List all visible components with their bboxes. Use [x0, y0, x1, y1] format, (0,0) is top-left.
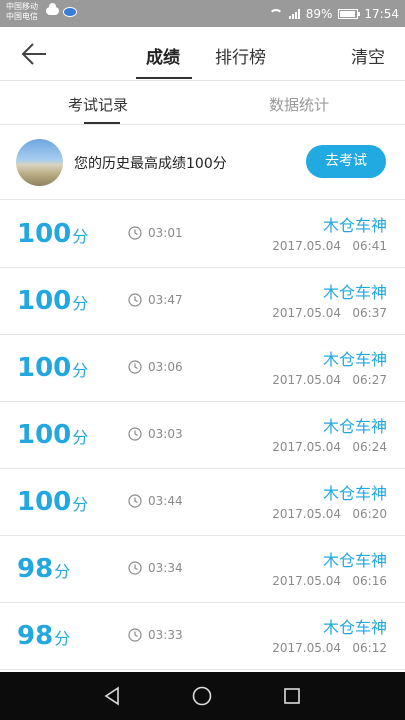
duration: 03:44 [128, 494, 183, 508]
nav-back-button[interactable] [100, 684, 124, 708]
carrier-info: 中国移动 中国电信 [6, 2, 38, 22]
tab-statistics[interactable]: 数据统计 [269, 94, 329, 115]
score-value: 100 [17, 420, 72, 450]
record-date: 2017.05.04 06:27 [272, 373, 387, 387]
duration-text: 03:34 [148, 561, 183, 575]
duration-text: 03:06 [148, 360, 183, 374]
app-header: 成绩 排行榜 清空 [0, 27, 405, 81]
clock-icon [128, 360, 142, 374]
score: 100分 [17, 420, 88, 450]
user-name: 木仓车神 [322, 551, 387, 570]
record-date: 2017.05.04 06:41 [272, 239, 387, 253]
duration-text: 03:44 [148, 494, 183, 508]
duration: 03:03 [128, 427, 183, 441]
record-date: 2017.05.04 06:24 [272, 440, 387, 454]
score-unit: 分 [72, 495, 89, 514]
record-date: 2017.05.04 06:16 [272, 574, 387, 588]
duration-text: 03:33 [148, 628, 183, 642]
carrier-2: 中国电信 [6, 12, 38, 21]
tab-scores[interactable]: 成绩 [146, 43, 180, 68]
list-item[interactable]: 100分 03:06 木仓车神 2017.05.04 06:27 [0, 335, 405, 402]
tab-exam-records[interactable]: 考试记录 [68, 94, 128, 115]
duration-text: 03:47 [148, 293, 183, 307]
duration: 03:47 [128, 293, 183, 307]
list-item[interactable]: 100分 03:01 木仓车神 2017.05.04 06:41 [0, 201, 405, 268]
signal-icon [288, 8, 300, 19]
best-score-text: 您的历史最高成绩100分 [74, 156, 227, 172]
record-date: 2017.05.04 06:12 [272, 641, 387, 655]
score-unit: 分 [54, 562, 71, 581]
clear-button[interactable]: 清空 [351, 43, 385, 68]
duration: 03:06 [128, 360, 183, 374]
list-item[interactable]: 98分 03:33 木仓车神 2017.05.04 06:12 [0, 603, 405, 670]
score-unit: 分 [72, 361, 89, 380]
nav-recent-button[interactable] [280, 684, 304, 708]
nav-home-button[interactable] [190, 684, 214, 708]
score-value: 100 [17, 353, 72, 383]
square-recent-icon [284, 688, 300, 704]
clock-icon [128, 494, 142, 508]
go-exam-button[interactable]: 去考试 [306, 145, 386, 178]
clock-time: 17:54 [364, 6, 399, 21]
status-right: 89% 17:54 [268, 0, 399, 27]
score-unit: 分 [72, 294, 89, 313]
user-name: 木仓车神 [322, 417, 387, 436]
status-bar: 中国移动 中国电信 89% 17:54 [0, 0, 405, 27]
record-date: 2017.05.04 06:37 [272, 306, 387, 320]
records-list: 100分 03:01 木仓车神 2017.05.04 06:41 100分 03… [0, 201, 405, 670]
user-name: 木仓车神 [322, 484, 387, 503]
best-score-banner: 您的历史最高成绩100分 去考试 [0, 126, 405, 200]
duration: 03:33 [128, 628, 183, 642]
score-unit: 分 [54, 629, 71, 648]
score: 100分 [17, 286, 88, 316]
wifi-icon [268, 8, 283, 19]
score-value: 98 [17, 621, 54, 651]
back-button[interactable] [20, 41, 48, 67]
user-name: 木仓车神 [322, 283, 387, 302]
score-value: 100 [17, 219, 72, 249]
tab-active-indicator [136, 77, 192, 79]
system-nav-bar [0, 672, 405, 720]
list-item[interactable]: 100分 03:44 木仓车神 2017.05.04 06:20 [0, 469, 405, 536]
record-date: 2017.05.04 06:20 [272, 507, 387, 521]
score: 100分 [17, 487, 88, 517]
cloud-icon [46, 3, 59, 15]
clock-icon [128, 561, 142, 575]
duration-text: 03:01 [148, 226, 183, 240]
clock-icon [128, 226, 142, 240]
score-unit: 分 [72, 227, 89, 246]
score: 100分 [17, 353, 88, 383]
carrier-1: 中国移动 [6, 2, 38, 11]
battery-icon [338, 8, 361, 19]
circle-home-icon [192, 686, 212, 706]
subtab-active-indicator [84, 122, 120, 124]
duration-text: 03:03 [148, 427, 183, 441]
score-unit: 分 [72, 428, 89, 447]
user-name: 木仓车神 [322, 216, 387, 235]
app-notification-icon [63, 7, 77, 17]
clock-icon [128, 293, 142, 307]
list-item[interactable]: 98分 03:34 木仓车神 2017.05.04 06:16 [0, 536, 405, 603]
list-item[interactable]: 100分 03:03 木仓车神 2017.05.04 06:24 [0, 402, 405, 469]
score: 98分 [17, 621, 70, 651]
tab-ranking[interactable]: 排行榜 [215, 43, 266, 68]
battery-percent: 89% [305, 6, 333, 21]
user-name: 木仓车神 [322, 350, 387, 369]
triangle-back-icon [104, 686, 119, 706]
score-value: 100 [17, 286, 72, 316]
score: 98分 [17, 554, 70, 584]
list-item[interactable]: 100分 03:47 木仓车神 2017.05.04 06:37 [0, 268, 405, 335]
duration: 03:34 [128, 561, 183, 575]
score: 100分 [17, 219, 88, 249]
arrow-left-icon [21, 43, 46, 65]
clock-icon [128, 427, 142, 441]
notification-icons [46, 3, 77, 17]
score-value: 100 [17, 487, 72, 517]
avatar[interactable] [16, 139, 63, 186]
duration: 03:01 [128, 226, 183, 240]
score-value: 98 [17, 554, 54, 584]
user-name: 木仓车神 [322, 618, 387, 637]
clock-icon [128, 628, 142, 642]
sub-tabs: 考试记录 数据统计 [0, 81, 405, 125]
